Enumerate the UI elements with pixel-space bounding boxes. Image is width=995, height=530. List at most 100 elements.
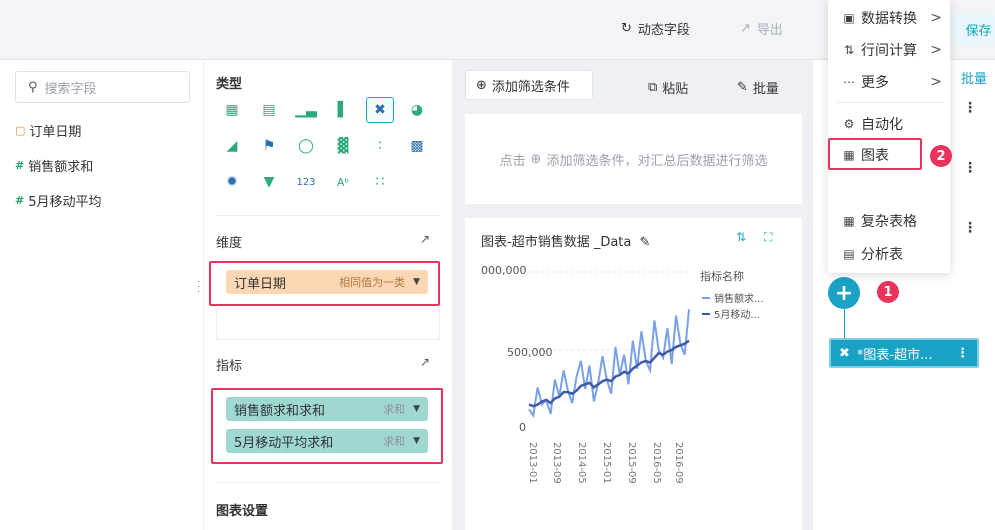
more-vertical-icon[interactable]: ⋮ bbox=[963, 220, 977, 236]
menu-item-complex-table[interactable]: ▦ 复杂表格 bbox=[842, 211, 942, 231]
edit-icon[interactable]: ✎ bbox=[640, 235, 651, 250]
expand-icon[interactable]: ↗ bbox=[420, 232, 430, 246]
paste-label: 粘贴 bbox=[662, 82, 689, 97]
search-placeholder: 搜索字段 bbox=[44, 81, 97, 97]
search-input[interactable]: ⚲ 搜索字段 bbox=[15, 71, 190, 103]
right-batch-link[interactable]: 批量 bbox=[961, 68, 987, 87]
measure-section-title: 指标 bbox=[216, 359, 243, 374]
legend-item-sales[interactable]: 销售额求... bbox=[702, 290, 764, 305]
dynamic-field-icon: ↻ bbox=[621, 21, 632, 36]
automation-icon: ⚙ bbox=[843, 117, 855, 131]
dynamic-field-button[interactable]: ↻ 动态字段 bbox=[621, 19, 690, 38]
field-label: 5月移动平均 bbox=[28, 195, 102, 210]
pivot-icon[interactable]: ▓ bbox=[329, 133, 357, 159]
filter-hint: 点击 ⊕ 添加筛选条件，对汇总后数据进行筛选 bbox=[465, 114, 802, 204]
add-circle-icon: ⊕ bbox=[530, 151, 542, 167]
add-step-button[interactable]: + bbox=[828, 277, 860, 309]
table-icon[interactable]: ▦ bbox=[218, 97, 246, 123]
field-label: 销售额求和 bbox=[28, 160, 94, 175]
custom-icon[interactable]: ∷ bbox=[366, 169, 394, 195]
more-vertical-icon[interactable]: ⋮ bbox=[956, 346, 969, 361]
chart-icon: ▦ bbox=[843, 148, 855, 162]
column-chart-icon[interactable]: ▁▃ bbox=[292, 97, 320, 123]
x-tick-label: 2013-01 bbox=[527, 442, 538, 484]
export-label: 导出 bbox=[756, 23, 783, 38]
line-chart-icon: ✖ bbox=[839, 345, 850, 361]
caret-down-icon[interactable]: ▼ bbox=[413, 277, 420, 287]
menu-item-data-transform[interactable]: ▣ 数据转换 > bbox=[842, 8, 942, 28]
ring-icon[interactable]: ◯ bbox=[292, 133, 320, 159]
y-tick-label: 0 bbox=[519, 421, 526, 434]
line-chart-icon[interactable]: ✖ bbox=[366, 97, 394, 123]
map-icon[interactable]: ⚑ bbox=[255, 133, 283, 159]
menu-item-label: 数据转换 bbox=[861, 11, 917, 27]
divider bbox=[216, 482, 440, 483]
number-type-icon: # bbox=[15, 194, 25, 207]
chart-title-text: 图表-超市销售数据 _Data bbox=[481, 235, 632, 250]
batch-button[interactable]: ✎ 批量 bbox=[737, 78, 779, 97]
bar-chart-icon[interactable]: ▌ bbox=[329, 97, 357, 123]
pie-chart-icon[interactable]: ◕ bbox=[403, 97, 431, 123]
word-cloud-icon[interactable]: Aᵇ bbox=[329, 169, 357, 195]
pill-agg: 相同值为一类 bbox=[339, 276, 406, 289]
chevron-right-icon: > bbox=[930, 74, 942, 90]
field-item-moving-avg[interactable]: # 5月移动平均 bbox=[15, 191, 102, 210]
batch-label: 批量 bbox=[752, 82, 779, 97]
field-item-order-date[interactable]: ▢ 订单日期 bbox=[15, 121, 81, 140]
scatter-icon[interactable]: ∶ bbox=[366, 133, 394, 159]
resize-handle[interactable]: · · · bbox=[197, 278, 200, 298]
export-button[interactable]: ↗ 导出 bbox=[740, 19, 783, 38]
treemap-icon[interactable]: ▩ bbox=[403, 133, 431, 159]
menu-item-label: 分析表 bbox=[861, 247, 903, 263]
more-vertical-icon[interactable]: ⋮ bbox=[963, 160, 977, 176]
field-item-sales-sum[interactable]: # 销售额求和 bbox=[15, 156, 93, 175]
legend-item-moving-avg[interactable]: 5月移动... bbox=[702, 306, 760, 321]
chart-title: 图表-超市销售数据 _Data ✎ bbox=[481, 231, 650, 250]
menu-item-label: 复杂表格 bbox=[861, 214, 917, 230]
funnel-icon[interactable]: ▼ bbox=[255, 169, 283, 195]
complex-table-icon: ▦ bbox=[843, 214, 855, 228]
legend-swatch bbox=[702, 312, 710, 315]
dimension-pill-order-date[interactable]: 订单日期 相同值为一类 ▼ bbox=[226, 270, 428, 294]
menu-item-label: 行间计算 bbox=[861, 43, 917, 59]
area-chart-icon[interactable]: ◢ bbox=[218, 133, 246, 159]
chart-lines bbox=[528, 309, 690, 419]
transform-icon: ▣ bbox=[843, 11, 855, 25]
add-filter-button[interactable]: ⊕ 添加筛选条件 bbox=[465, 70, 593, 100]
legend-title: 指标名称 bbox=[700, 270, 744, 283]
caret-down-icon[interactable]: ▼ bbox=[413, 404, 420, 414]
measure-pill-sales[interactable]: 销售额求和求和 求和 ▼ bbox=[226, 397, 428, 421]
batch-icon: ✎ bbox=[737, 80, 748, 95]
menu-item-label: 更多 bbox=[861, 75, 889, 91]
measure-pill-moving-avg[interactable]: 5月移动平均求和 求和 ▼ bbox=[226, 429, 428, 453]
expand-icon[interactable]: ↗ bbox=[420, 355, 430, 369]
y-tick-label: 500,000 bbox=[507, 346, 553, 359]
x-tick-label: 2015-01 bbox=[601, 442, 612, 484]
pill-label: 订单日期 bbox=[234, 276, 287, 292]
detail-table-icon[interactable]: ▤ bbox=[255, 97, 283, 123]
caret-down-icon[interactable]: ▼ bbox=[413, 436, 420, 446]
menu-item-automation[interactable]: ⚙ 自动化 bbox=[842, 114, 942, 134]
legend-label: 销售额求... bbox=[714, 294, 764, 305]
fullscreen-icon[interactable]: ⛶ bbox=[764, 230, 772, 245]
add-circle-icon: ⊕ bbox=[476, 77, 487, 93]
chart-settings-title: 图表设置 bbox=[216, 504, 269, 519]
radar-icon[interactable]: ✹ bbox=[218, 169, 246, 195]
more-vertical-icon[interactable]: ⋮ bbox=[963, 100, 977, 116]
menu-item-more[interactable]: ⋯ 更多 > bbox=[842, 72, 942, 92]
paste-button[interactable]: ⧉ 粘贴 bbox=[648, 78, 688, 97]
step-badge-1: 1 bbox=[877, 281, 899, 303]
pill-label: 5月移动平均求和 bbox=[234, 435, 334, 451]
type-section-title: 类型 bbox=[216, 77, 243, 92]
sort-icon[interactable]: ⇅ bbox=[736, 230, 746, 244]
save-button[interactable]: 保存 bbox=[948, 14, 995, 44]
dynamic-field-label: 动态字段 bbox=[637, 23, 690, 38]
y-tick-label: 000,000 bbox=[481, 264, 527, 277]
menu-item-chart[interactable]: ▦ 图表 bbox=[842, 145, 942, 165]
menu-item-row-calc[interactable]: ⇅ 行间计算 > bbox=[842, 40, 942, 60]
more-icon: ⋯ bbox=[843, 75, 855, 89]
number-icon[interactable]: 123 bbox=[292, 169, 320, 195]
chart-step-node[interactable]: ✖ *图表-超市... ⋮ bbox=[829, 338, 979, 368]
menu-item-analysis-table[interactable]: ▤ 分析表 bbox=[842, 244, 942, 264]
chart-type-grid: ▦ ▤ ▁▃ ▌ ✖ ◕ ◢ ⚑ ◯ ▓ ∶ ▩ ✹ ▼ 123 Aᵇ ∷ bbox=[218, 97, 440, 195]
